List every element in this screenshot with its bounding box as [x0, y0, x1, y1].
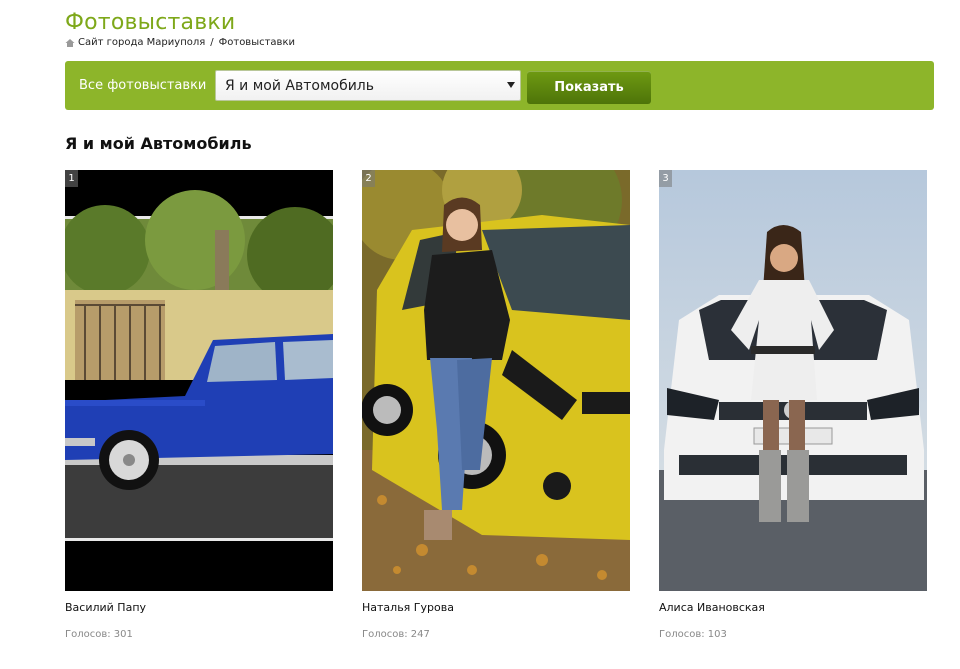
photo-card[interactable]: 3 Алиса Ивановская Голосов: 103 [659, 170, 927, 640]
show-button[interactable]: Показать [527, 71, 651, 104]
photo-yellow-car[interactable]: 2 [362, 170, 630, 591]
page-title: Фотовыставки [65, 10, 236, 35]
all-exhibitions-label[interactable]: Все фотовыставки [79, 78, 206, 94]
photo-card[interactable]: 1 Василий Папу Голосов: 301 [65, 170, 333, 640]
photo-white-car[interactable]: 3 [659, 170, 927, 591]
breadcrumb: Сайт города Мариуполя / Фотовыставки [65, 36, 295, 49]
exhibition-select[interactable]: Я и мой Автомобиль [215, 70, 521, 101]
breadcrumb-site-link[interactable]: Сайт города Мариуполя [78, 36, 205, 49]
author-name[interactable]: Наталья Гурова [362, 601, 454, 615]
author-name[interactable]: Василий Папу [65, 601, 146, 615]
votes-count: Голосов: 103 [659, 629, 727, 640]
dropdown-arrow-icon [507, 82, 515, 88]
exhibition-select-value: Я и мой Автомобиль [225, 78, 375, 94]
author-name[interactable]: Алиса Ивановская [659, 601, 765, 615]
rank-badge: 1 [65, 170, 78, 187]
rank-badge: 3 [659, 170, 672, 187]
photo-card[interactable]: 2 Наталья Гурова Голосов: 247 [362, 170, 630, 640]
votes-count: Голосов: 301 [65, 629, 133, 640]
breadcrumb-current: Фотовыставки [218, 37, 295, 48]
photo-blue-car[interactable]: 1 [65, 170, 333, 591]
filter-bar: Все фотовыставки Я и мой Автомобиль Пока… [65, 61, 934, 110]
gallery-title: Я и мой Автомобиль [65, 134, 252, 153]
rank-badge: 2 [362, 170, 375, 187]
votes-count: Голосов: 247 [362, 629, 430, 640]
home-icon[interactable] [65, 38, 75, 48]
breadcrumb-separator: / [210, 37, 214, 48]
